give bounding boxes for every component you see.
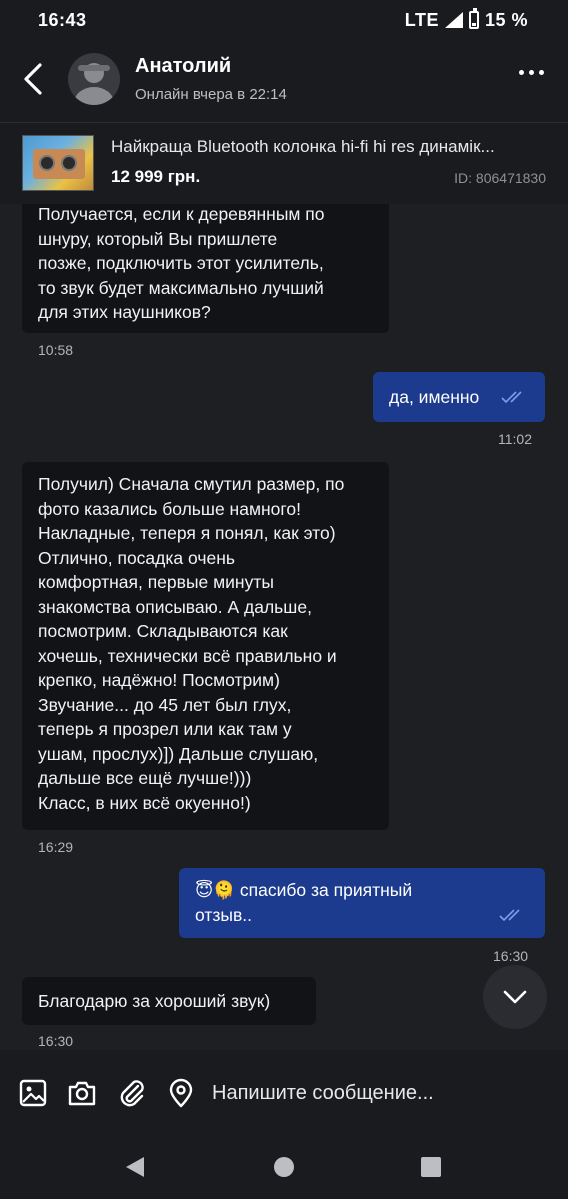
product-id: ID: 806471830: [454, 170, 546, 186]
message-line: Звучание... до 45 лет был глух,: [38, 694, 292, 715]
signal-icon: [444, 12, 463, 28]
message-line: Отлично, посадка очень: [38, 547, 235, 568]
message-line: комфортная, первые минуты: [38, 572, 274, 592]
camera-icon[interactable]: [67, 1078, 97, 1108]
message-line: да, именно: [389, 387, 480, 407]
message-line: позже, подключить этот усилитель,: [38, 253, 324, 273]
message-time: 10:58: [38, 342, 74, 358]
product-title: Найкраща Bluetooth колонка hi-fi hi res …: [111, 137, 495, 156]
message-line: Благодарю за хороший звук): [38, 991, 271, 1011]
message-composer: [0, 1050, 568, 1136]
message-line: Получил) Сначала смутил размер, по: [38, 474, 345, 494]
double-check-icon: [501, 391, 522, 404]
message-line: фото казались больше намного!: [38, 498, 301, 519]
nav-back-icon[interactable]: [124, 1155, 146, 1179]
status-bar: 16:43 LTE 15 %: [0, 0, 568, 40]
message-time: 16:30: [38, 1033, 74, 1049]
message-line: посмотрим. Складываются как: [38, 621, 288, 641]
status-time: 16:43: [38, 9, 87, 30]
message-line: знакомства описываю. А дальше,: [38, 596, 312, 617]
paperclip-icon[interactable]: [117, 1078, 147, 1108]
incoming-message-bubble: Получил) Сначала смутил размер, по фото …: [22, 462, 389, 830]
network-type: LTE: [404, 9, 439, 30]
status-indicators: LTE 15 %: [404, 8, 528, 31]
message-line: шнуру, который Вы пришлете: [38, 228, 278, 249]
system-nav-bar: [0, 1136, 568, 1199]
message-line: отзыв..: [195, 904, 252, 925]
chevron-down-icon: [503, 990, 527, 1004]
incoming-message-bubble: Благодарю за хороший звук): [22, 977, 316, 1025]
message-line: для этих наушников?: [38, 302, 211, 322]
location-icon[interactable]: [166, 1078, 196, 1108]
outgoing-message-bubble: 😇🫠 спасибо за приятный отзыв..: [179, 868, 545, 938]
product-thumbnail: [22, 135, 94, 191]
more-icon[interactable]: [519, 70, 544, 75]
contact-status: Онлайн вчера в 22:14: [135, 86, 287, 103]
battery-icon: [468, 8, 479, 29]
message-time: 16:30: [493, 948, 529, 964]
battery-level: 15 %: [484, 9, 528, 30]
double-check-icon: [499, 909, 520, 922]
message-list[interactable]: Получается, если к деревянным по шнуру, …: [0, 204, 568, 1050]
product-card[interactable]: Найкраща Bluetooth колонка hi-fi hi res …: [0, 122, 568, 204]
product-price: 12 999 грн.: [111, 167, 201, 186]
contact-name[interactable]: Анатолий: [135, 55, 231, 78]
nav-recents-icon[interactable]: [420, 1156, 442, 1178]
message-line: Накладные, теперя я понял, как это): [38, 523, 336, 543]
message-line: 😇🫠 спасибо за приятный: [195, 880, 413, 900]
avatar-placeholder-icon: [74, 63, 114, 105]
message-time: 16:29: [38, 839, 74, 855]
avatar[interactable]: [68, 53, 120, 105]
nav-home-icon[interactable]: [272, 1155, 296, 1179]
outgoing-message-bubble: да, именно: [373, 372, 545, 422]
message-line: дальше все ещё лучше!))): [38, 768, 252, 788]
message-line: то звук будет максимально лучший: [38, 277, 324, 298]
back-arrow-icon[interactable]: [20, 62, 46, 96]
message-line: хочешь, технически всё правильно и: [38, 645, 337, 666]
chat-header: Анатолий Онлайн вчера в 22:14: [0, 40, 568, 122]
message-line: крепко, надёжно! Посмотрим): [38, 670, 280, 690]
message-line: Класс, в них всё окуенно!): [38, 792, 251, 813]
incoming-message-bubble: Получается, если к деревянным по шнуру, …: [22, 204, 389, 333]
scroll-to-bottom-button[interactable]: [483, 965, 547, 1029]
message-time: 11:02: [498, 431, 532, 447]
message-input[interactable]: [212, 1078, 552, 1108]
image-icon[interactable]: [18, 1078, 48, 1108]
message-line: Получается, если к деревянным по: [38, 204, 325, 224]
message-line: ушам, прослух)]) Дальше слушаю,: [38, 743, 319, 764]
message-line: теперь я прозрел или как там у: [38, 719, 292, 739]
